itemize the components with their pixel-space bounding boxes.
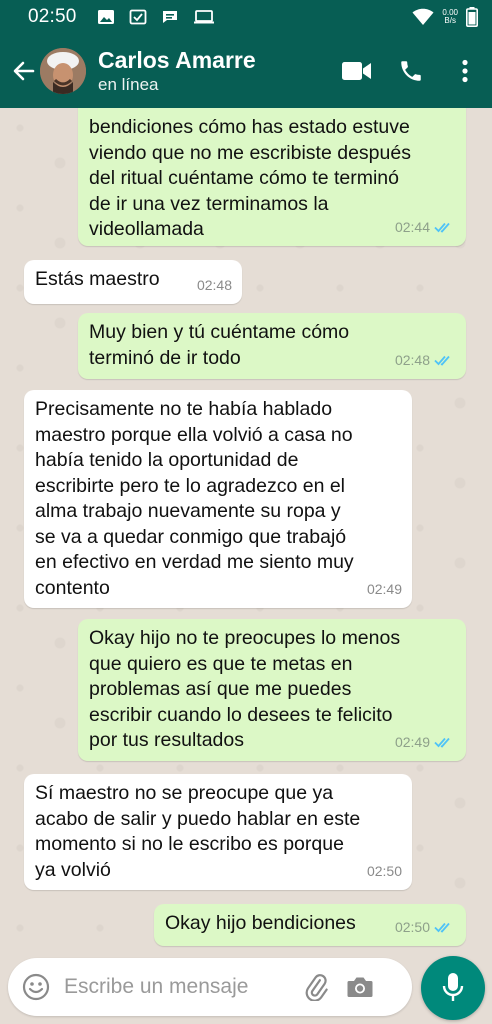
video-call-icon [342,62,371,80]
more-options-button[interactable] [438,44,492,98]
voice-message-button[interactable] [421,956,485,1020]
checkbox-icon [129,9,146,25]
message-text: Precisamente no te había hablado maestro… [35,398,354,599]
gallery-icon [97,10,114,24]
camera-button[interactable] [338,958,382,1016]
emoji-button[interactable] [8,958,64,1016]
message-icon [162,11,177,23]
message-time: 02:48 [394,351,430,368]
message-time: 02:49 [394,733,430,750]
laptop-icon [193,10,214,24]
message-bubble-outgoing[interactable]: bendiciones cómo has estado estuve viend… [78,108,466,246]
avatar[interactable] [40,48,86,94]
net-speed-unit: B/s [444,16,456,25]
message-bubble-outgoing[interactable]: Muy bien y tú cuéntame cómo terminó de i… [78,313,466,379]
message-bubble-incoming[interactable]: Estás maestro 02:48 [24,260,242,304]
message-meta: 02:48 [395,348,456,374]
message-time: 02:49 [366,580,402,597]
message-bubble-outgoing[interactable]: Okay hijo bendiciones 02:50 [154,904,466,946]
avatar-image [40,48,86,94]
net-speed: 0.00 B/s [442,9,458,25]
read-ticks-icon [434,923,450,933]
chat-area[interactable]: bendiciones cómo has estado estuve viend… [0,108,492,954]
message-time: 02:48 [196,276,232,293]
message-bubble-incoming[interactable]: Sí maestro no se preocupe que ya acabo d… [24,774,412,890]
read-ticks-icon [434,738,450,748]
status-bar: 02:50 0.00 B/s [0,0,492,34]
mic-icon [442,973,464,1001]
read-ticks-icon [434,223,450,233]
wifi-icon [412,8,434,25]
phone-icon [401,61,421,81]
message-time: 02:44 [394,218,430,235]
camera-icon [347,977,373,997]
emoji-icon [22,973,50,1001]
back-arrow-icon [13,61,35,81]
status-time: 02:50 [28,6,77,27]
video-call-button[interactable] [330,44,384,98]
contact-name: Carlos Amarre [98,47,256,73]
more-options-icon [462,59,468,83]
message-meta: 02:48 [197,273,232,299]
battery-icon [466,7,478,27]
chat-header: Carlos Amarre en línea [0,34,492,108]
message-time: 02:50 [394,918,430,935]
attach-button[interactable] [294,958,338,1016]
message-meta: 02:44 [395,215,456,241]
attach-icon [305,974,328,1001]
read-ticks-icon [434,356,450,366]
message-meta: 02:50 [367,859,402,885]
voice-call-button[interactable] [384,44,438,98]
message-meta: 02:49 [367,577,402,603]
message-bubble-outgoing[interactable]: Okay hijo no te preocupes lo menos que q… [78,619,466,761]
message-text: Sí maestro no se preocupe que ya acabo d… [35,782,361,881]
message-bubble-incoming[interactable]: Precisamente no te había hablado maestro… [24,390,412,608]
contact-info[interactable]: Carlos Amarre en línea [98,46,330,96]
message-meta: 02:49 [395,730,456,756]
message-input[interactable] [64,975,294,999]
contact-status: en línea [98,75,159,94]
message-meta: 02:50 [395,915,456,941]
message-composer [8,958,412,1016]
message-time: 02:50 [366,862,402,879]
